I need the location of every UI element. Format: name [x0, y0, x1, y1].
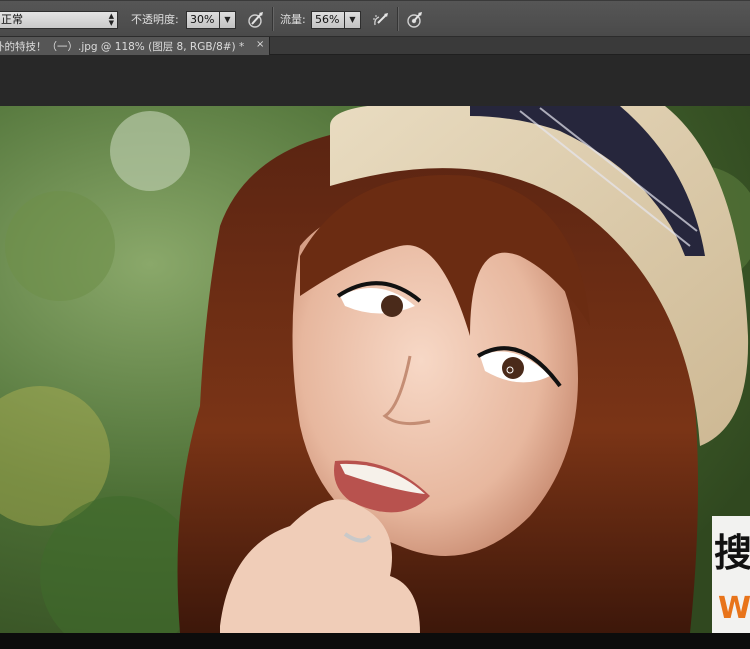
flow-label: 流量:: [280, 13, 306, 26]
airbrush-icon[interactable]: [371, 10, 391, 30]
opacity-input[interactable]: 30%: [186, 11, 220, 29]
flow-dropdown-button[interactable]: ▼: [345, 11, 361, 29]
close-tab-icon[interactable]: ×: [256, 39, 264, 50]
blend-mode-select[interactable]: 正常 ▲ ▼: [0, 11, 118, 29]
workspace-background: [0, 55, 750, 106]
toolbar-separator: [397, 7, 399, 31]
document-tab-title: 补的特技！（一）.jpg @ 118% (图层 8, RGB/8#) *: [0, 41, 245, 53]
opacity-value: 30%: [190, 13, 215, 26]
flow-input[interactable]: 56%: [311, 11, 345, 29]
document-tab-bar: 补的特技！（一）.jpg @ 118% (图层 8, RGB/8#) * ×: [0, 37, 750, 55]
flow-value: 56%: [315, 13, 340, 26]
document-canvas[interactable]: 搜 W: [0, 106, 750, 633]
pressure-size-icon[interactable]: [405, 10, 425, 30]
opacity-label-wrap: 不透明度:: [131, 1, 179, 37]
blend-mode-value: 正常: [1, 13, 23, 26]
opacity-dropdown-button[interactable]: ▼: [220, 11, 236, 29]
photo-image: 搜 W: [0, 106, 750, 633]
options-bar: 正常 ▲ ▼ 不透明度: 30% ▼ 流量: 56% ▼: [0, 0, 750, 37]
pressure-opacity-icon[interactable]: [246, 10, 266, 30]
document-tab[interactable]: 补的特技！（一）.jpg @ 118% (图层 8, RGB/8#) * ×: [0, 37, 270, 55]
flow-label-wrap: 流量:: [280, 1, 306, 37]
watermark-glyph: 搜: [714, 531, 750, 575]
select-arrows-icon: ▲ ▼: [108, 12, 114, 27]
watermark-letter: W: [718, 591, 750, 626]
canvas-bottom-border: [0, 633, 750, 649]
opacity-label: 不透明度:: [131, 13, 179, 26]
toolbar-separator: [272, 7, 274, 31]
